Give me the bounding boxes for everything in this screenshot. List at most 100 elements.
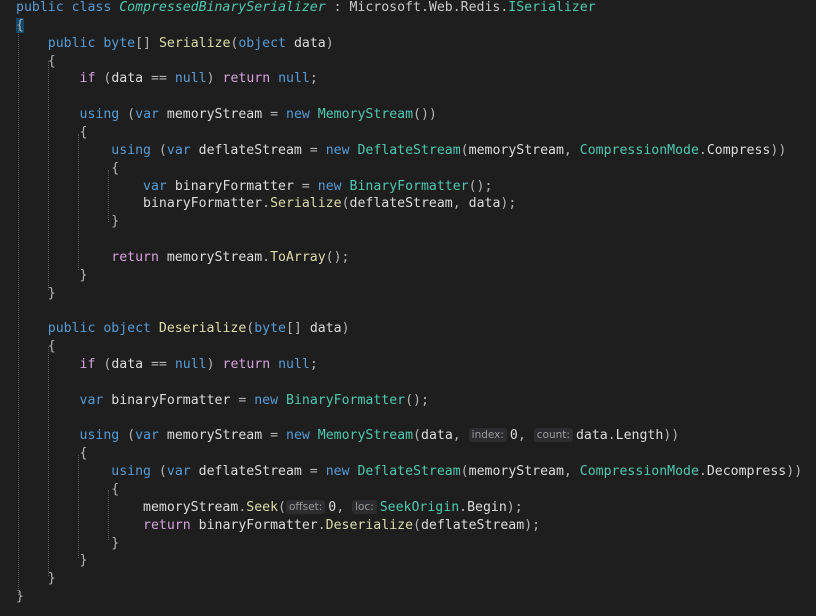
- code-token: }: [16, 285, 56, 301]
- code-token: Serialize: [270, 196, 342, 212]
- code-token: public: [47, 321, 104, 337]
- code-line[interactable]: {: [16, 445, 88, 463]
- code-token: )): [663, 428, 680, 444]
- code-token: memoryStream: [166, 428, 271, 444]
- indent-guide: [78, 134, 79, 270]
- code-line[interactable]: }: [16, 213, 119, 231]
- code-line[interactable]: binaryFormatter.Serialize(deflateStream,…: [16, 195, 516, 213]
- code-token: ): [206, 357, 223, 372]
- code-token: var: [135, 428, 167, 444]
- code-line[interactable]: using (var deflateStream = new DeflateSt…: [16, 463, 802, 481]
- code-token: BinaryFormatter: [349, 178, 469, 194]
- code-token: CompressionMode: [579, 464, 699, 480]
- code-line[interactable]: {: [16, 338, 56, 356]
- code-token: memoryStream: [468, 142, 564, 158]
- code-token: new: [286, 428, 318, 444]
- code-token: BinaryFormatter: [286, 392, 406, 408]
- code-line[interactable]: return binaryFormatter.Deserialize(defla…: [16, 517, 540, 535]
- code-token: object: [238, 35, 294, 51]
- code-token: );: [500, 196, 517, 212]
- code-token: ();: [405, 392, 429, 408]
- code-token: ,: [563, 142, 580, 158]
- code-line[interactable]: }: [16, 552, 88, 570]
- code-line[interactable]: }: [16, 267, 88, 285]
- code-line[interactable]: {: [16, 124, 88, 142]
- indent-guide: [108, 490, 109, 540]
- parameter-hint: index:: [468, 428, 507, 443]
- code-line[interactable]: }: [16, 285, 56, 303]
- code-line[interactable]: using (var memoryStream = new MemoryStre…: [16, 106, 437, 124]
- code-token: (: [127, 428, 136, 444]
- code-token: 0: [328, 499, 337, 515]
- code-token: }: [16, 214, 120, 230]
- code-token: return: [111, 249, 167, 265]
- code-line[interactable]: public class CompressedBinarySerializer …: [16, 0, 596, 17]
- code-token: (: [413, 517, 421, 533]
- code-token: if: [79, 71, 104, 87]
- code-line[interactable]: {: [16, 53, 56, 71]
- code-line[interactable]: public byte[] Serialize(object data): [16, 35, 334, 53]
- code-token: return: [143, 517, 199, 533]
- code-token: (: [278, 499, 286, 515]
- code-token: return: [222, 357, 279, 372]
- code-token: deflateStream: [198, 464, 310, 480]
- code-token: ==: [151, 357, 175, 372]
- code-line[interactable]: var binaryFormatter = new BinaryFormatte…: [16, 178, 492, 196]
- code-token: data: [309, 321, 342, 337]
- code-line[interactable]: var binaryFormatter = new BinaryFormatte…: [16, 392, 429, 410]
- code-token: (: [460, 142, 469, 158]
- code-line[interactable]: if (data == null) return null;: [16, 356, 318, 374]
- code-line[interactable]: if (data == null) return null;: [16, 70, 318, 88]
- code-line[interactable]: public object Deserialize(byte[] data): [16, 320, 350, 338]
- code-token: :: [325, 0, 350, 15]
- code-token: }: [16, 535, 120, 551]
- code-token: 0: [509, 428, 518, 444]
- code-token: data: [575, 428, 608, 444]
- code-token: .: [698, 142, 707, 158]
- code-token: ,: [563, 464, 580, 480]
- code-token: data: [111, 357, 152, 372]
- code-line[interactable]: {: [16, 481, 119, 499]
- code-token: ==: [151, 71, 175, 87]
- code-token: Seek: [246, 499, 279, 515]
- code-token: memoryStream: [166, 107, 271, 123]
- code-token: new: [317, 178, 350, 194]
- parameter-hint: loc:: [352, 499, 377, 514]
- code-line[interactable]: using (var memoryStream = new MemoryStre…: [16, 427, 679, 445]
- code-token: return: [222, 71, 279, 87]
- code-token: new: [325, 142, 358, 158]
- code-token: new: [254, 392, 286, 408]
- code-token: public: [47, 35, 104, 51]
- code-token: ;: [309, 357, 318, 372]
- code-token: ();: [468, 178, 493, 194]
- code-token: null: [278, 357, 310, 372]
- code-line[interactable]: }: [16, 570, 56, 588]
- code-line[interactable]: return memoryStream.ToArray();: [16, 249, 349, 267]
- code-token: object: [103, 321, 159, 337]
- code-line[interactable]: }: [16, 535, 119, 553]
- code-token: {: [16, 446, 88, 462]
- parameter-hint: count:: [533, 428, 573, 443]
- code-token: var: [143, 178, 175, 194]
- code-token: ,: [517, 428, 534, 444]
- code-token: }: [16, 267, 88, 283]
- code-token: deflateStream: [349, 196, 453, 212]
- code-token: var: [166, 464, 199, 480]
- code-line[interactable]: memoryStream. Seek(offset: 0, loc: SeekOrig…: [16, 499, 523, 517]
- code-token: Deserialize: [158, 321, 247, 337]
- code-token: ): [341, 321, 350, 337]
- code-line[interactable]: {: [16, 160, 119, 178]
- code-token: ,: [336, 499, 353, 515]
- code-token: MemoryStream: [317, 428, 414, 444]
- code-editor[interactable]: public class CompressedBinarySerializer …: [0, 0, 816, 616]
- code-token: SeekOrigin: [379, 499, 460, 515]
- code-token: using: [79, 428, 128, 444]
- code-token: Compress: [706, 142, 771, 158]
- code-line[interactable]: using (var deflateStream = new DeflateSt…: [16, 142, 786, 160]
- code-token: )): [770, 142, 787, 158]
- code-token: if: [79, 357, 104, 372]
- code-token: null: [278, 71, 310, 87]
- code-token: =: [270, 428, 286, 444]
